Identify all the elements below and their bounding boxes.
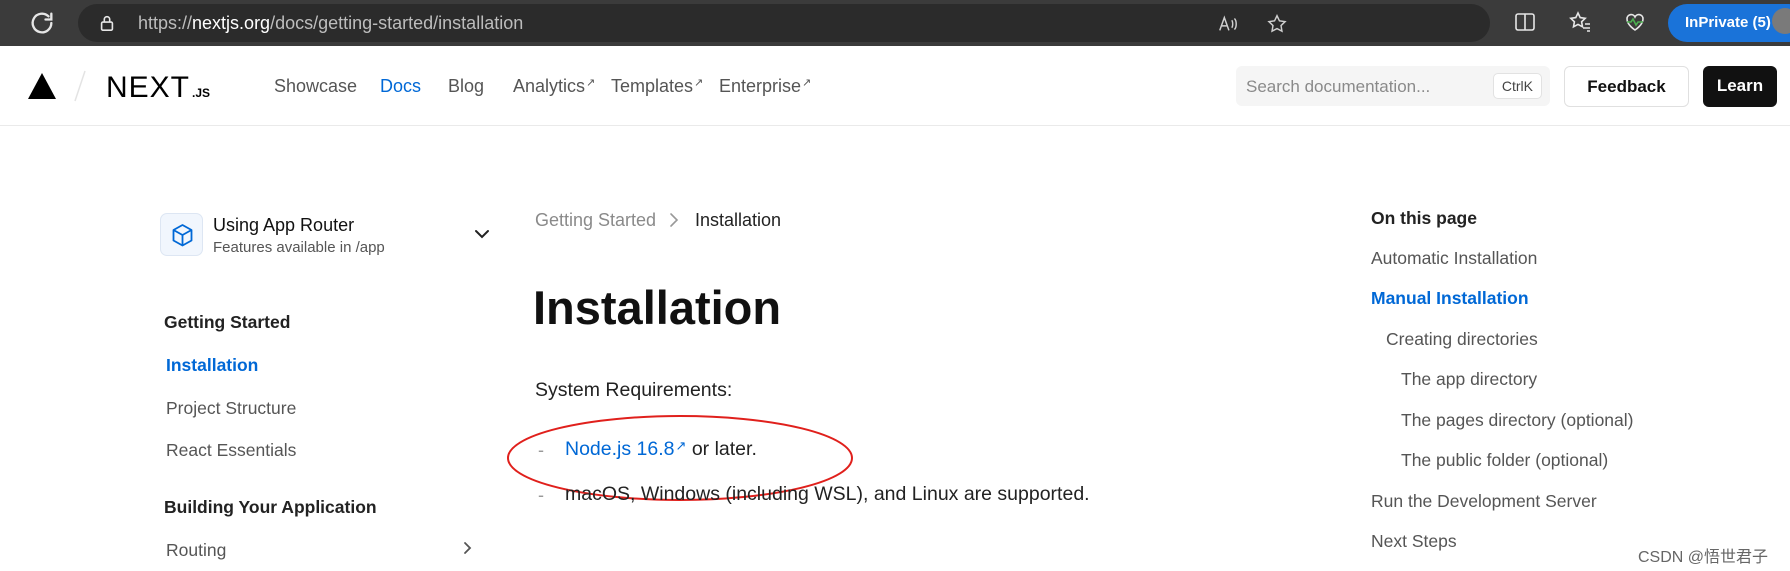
toc-item-manual-installation[interactable]: Manual Installation xyxy=(1371,288,1529,309)
watermark: CSDN @悟世君子 xyxy=(1638,549,1769,566)
list-bullet: - xyxy=(538,485,544,505)
toc-item-creating-directories[interactable]: Creating directories xyxy=(1386,329,1538,350)
sidebar-heading-getting-started: Getting Started xyxy=(164,312,291,332)
split-screen-icon[interactable] xyxy=(1513,10,1537,34)
lock-icon[interactable] xyxy=(98,14,116,32)
external-link-icon: ↗ xyxy=(586,77,596,89)
external-link-icon: ↗ xyxy=(802,77,812,89)
refresh-icon[interactable] xyxy=(28,9,56,37)
favorite-star-icon[interactable] xyxy=(1266,13,1288,35)
toc-item-pages-directory[interactable]: The pages directory (optional) xyxy=(1401,410,1633,431)
chevron-down-icon[interactable] xyxy=(473,225,491,243)
sidebar-item-react-essentials[interactable]: React Essentials xyxy=(166,440,296,461)
external-link-icon: ↗ xyxy=(694,77,704,89)
sidebar-item-project-structure[interactable]: Project Structure xyxy=(166,398,296,419)
cube-icon xyxy=(160,213,203,256)
router-subtitle: Features available in /app xyxy=(213,239,385,256)
browser-essentials-icon[interactable] xyxy=(1623,10,1647,34)
nav-analytics[interactable]: Analytics↗ xyxy=(513,76,595,97)
toc-item-next-steps[interactable]: Next Steps xyxy=(1371,531,1457,552)
address-url[interactable]: https://nextjs.org/docs/getting-started/… xyxy=(138,13,523,34)
toc-item-public-folder[interactable]: The public folder (optional) xyxy=(1401,450,1608,471)
nav-showcase[interactable]: Showcase xyxy=(274,76,357,97)
favorites-icon[interactable] xyxy=(1568,10,1592,34)
vercel-logo-icon[interactable] xyxy=(27,72,57,100)
nav-blog[interactable]: Blog xyxy=(448,76,484,97)
list-item: macOS, Windows (including WSL), and Linu… xyxy=(565,483,1090,505)
nav-enterprise[interactable]: Enterprise↗ xyxy=(719,76,811,97)
nextjs-logo[interactable]: NEXT .JS xyxy=(106,71,210,105)
site-header: NEXT .JS Showcase Docs Blog Analytics↗ Te… xyxy=(0,46,1790,126)
nav-templates[interactable]: Templates↗ xyxy=(611,76,703,97)
browser-toolbar: https://nextjs.org/docs/getting-started/… xyxy=(0,0,1790,46)
toc-item-app-directory[interactable]: The app directory xyxy=(1401,369,1537,390)
search-input[interactable]: Search documentation... CtrlK xyxy=(1236,66,1550,106)
feedback-button[interactable]: Feedback xyxy=(1564,66,1689,107)
read-aloud-icon[interactable] xyxy=(1217,13,1239,35)
chevron-right-icon xyxy=(670,213,679,227)
learn-button[interactable]: Learn xyxy=(1703,66,1777,107)
breadcrumb-getting-started[interactable]: Getting Started xyxy=(535,210,656,231)
search-placeholder: Search documentation... xyxy=(1246,77,1431,96)
requirements-label: System Requirements: xyxy=(535,379,733,401)
sidebar-heading-building: Building Your Application xyxy=(164,497,377,517)
router-title: Using App Router xyxy=(213,215,355,235)
chevron-right-icon[interactable] xyxy=(459,540,475,556)
page-title: Installation xyxy=(533,281,782,334)
search-shortcut-badge: CtrlK xyxy=(1492,73,1542,99)
toc-heading: On this page xyxy=(1371,208,1477,228)
address-bar[interactable]: https://nextjs.org/docs/getting-started/… xyxy=(78,4,1490,42)
divider-slash-icon xyxy=(74,70,86,102)
nav-docs[interactable]: Docs xyxy=(380,76,421,97)
toc-item-run-dev-server[interactable]: Run the Development Server xyxy=(1371,491,1597,512)
toc-item-automatic-installation[interactable]: Automatic Installation xyxy=(1371,248,1537,269)
breadcrumb-installation: Installation xyxy=(695,210,782,230)
sidebar-item-routing[interactable]: Routing xyxy=(166,540,226,561)
sidebar-item-installation[interactable]: Installation xyxy=(166,355,258,376)
